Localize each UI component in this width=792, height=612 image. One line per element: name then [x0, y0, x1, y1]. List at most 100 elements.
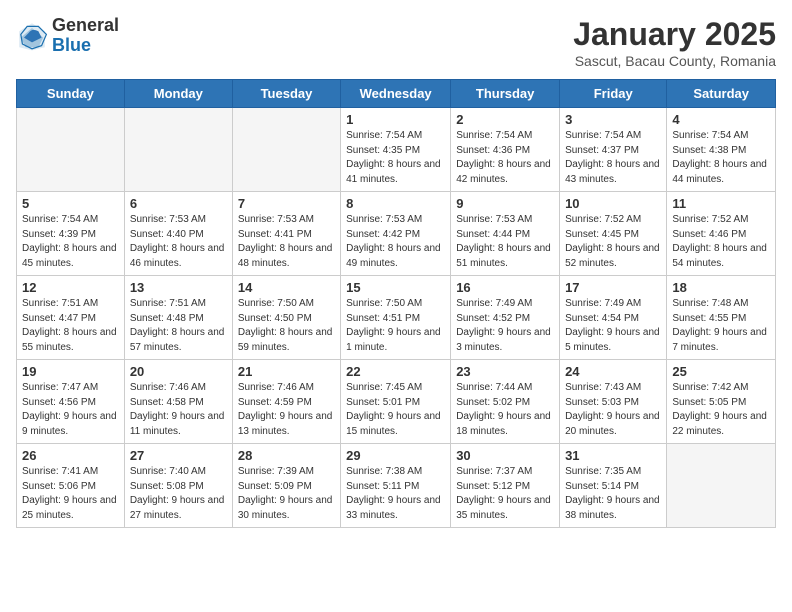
day-info: Sunrise: 7:49 AM Sunset: 4:52 PM Dayligh… — [456, 297, 554, 355]
calendar-cell: 10 Sunrise: 7:52 AM Sunset: 4:45 PM Dayli… — [560, 192, 667, 276]
month-title: January 2025 — [573, 16, 776, 53]
calendar-cell: 16Sunrise: 7:49 AM Sunset: 4:52 PM Dayli… — [451, 276, 560, 360]
day-number: 28 — [238, 448, 335, 463]
day-number: 5 — [22, 196, 119, 211]
calendar-cell: 22 Sunrise: 7:45 AM Sunset: 5:01 PM Dayli… — [341, 360, 451, 444]
day-info: Sunrise: 7:50 AM Sunset: 4:51 PM Dayligh… — [346, 297, 445, 355]
day-number: 22 — [346, 364, 445, 379]
day-info: Sunrise: 7:48 AM Sunset: 4:55 PM Dayligh… — [672, 297, 770, 355]
day-info: Sunrise: 7:43 AM Sunset: 5:03 PM Dayligh… — [565, 381, 661, 439]
calendar-header-row: SundayMondayTuesdayWednesdayThursdayFrid… — [17, 80, 776, 108]
day-header-wednesday: Wednesday — [341, 80, 451, 108]
calendar-cell: 14 Sunrise: 7:50 AM Sunset: 4:50 PM Dayli… — [232, 276, 340, 360]
calendar-cell: 5 Sunrise: 7:54 AM Sunset: 4:39 PM Daylig… — [17, 192, 125, 276]
calendar-table: SundayMondayTuesdayWednesdayThursdayFrid… — [16, 79, 776, 528]
calendar-cell — [667, 444, 776, 528]
day-info: Sunrise: 7:52 AM Sunset: 4:45 PM Dayligh… — [565, 213, 661, 271]
calendar-week-row: 12 Sunrise: 7:51 AM Sunset: 4:47 PM Dayli… — [17, 276, 776, 360]
day-info: Sunrise: 7:38 AM Sunset: 5:11 PM Dayligh… — [346, 465, 445, 523]
day-number: 14 — [238, 280, 335, 295]
day-number: 29 — [346, 448, 445, 463]
day-header-tuesday: Tuesday — [232, 80, 340, 108]
day-header-thursday: Thursday — [451, 80, 560, 108]
calendar-cell: 25 Sunrise: 7:42 AM Sunset: 5:05 PM Dayli… — [667, 360, 776, 444]
day-number: 2 — [456, 112, 554, 127]
day-info: Sunrise: 7:44 AM Sunset: 5:02 PM Dayligh… — [456, 381, 554, 439]
day-info: Sunrise: 7:39 AM Sunset: 5:09 PM Dayligh… — [238, 465, 335, 523]
day-header-sunday: Sunday — [17, 80, 125, 108]
day-number: 10 — [565, 196, 661, 211]
day-number: 4 — [672, 112, 770, 127]
calendar-cell: 29 Sunrise: 7:38 AM Sunset: 5:11 PM Dayli… — [341, 444, 451, 528]
logo-blue: Blue — [52, 36, 119, 56]
day-number: 11 — [672, 196, 770, 211]
calendar-cell: 24 Sunrise: 7:43 AM Sunset: 5:03 PM Dayli… — [560, 360, 667, 444]
calendar-cell: 3Sunrise: 7:54 AM Sunset: 4:37 PM Daylig… — [560, 108, 667, 192]
day-number: 18 — [672, 280, 770, 295]
day-info: Sunrise: 7:54 AM Sunset: 4:37 PM Dayligh… — [565, 129, 661, 187]
calendar-cell: 15Sunrise: 7:50 AM Sunset: 4:51 PM Dayli… — [341, 276, 451, 360]
day-number: 24 — [565, 364, 661, 379]
calendar-cell — [124, 108, 232, 192]
day-number: 30 — [456, 448, 554, 463]
calendar-cell: 23 Sunrise: 7:44 AM Sunset: 5:02 PM Dayli… — [451, 360, 560, 444]
calendar-cell: 13 Sunrise: 7:51 AM Sunset: 4:48 PM Dayli… — [124, 276, 232, 360]
calendar-cell: 11 Sunrise: 7:52 AM Sunset: 4:46 PM Dayli… — [667, 192, 776, 276]
logo-general: General — [52, 16, 119, 36]
day-number: 12 — [22, 280, 119, 295]
calendar-cell: 28 Sunrise: 7:39 AM Sunset: 5:09 PM Dayli… — [232, 444, 340, 528]
day-number: 25 — [672, 364, 770, 379]
calendar-cell: 4 Sunrise: 7:54 AM Sunset: 4:38 PM Daylig… — [667, 108, 776, 192]
day-number: 31 — [565, 448, 661, 463]
day-number: 6 — [130, 196, 227, 211]
calendar-cell: 6 Sunrise: 7:53 AM Sunset: 4:40 PM Daylig… — [124, 192, 232, 276]
day-info: Sunrise: 7:54 AM Sunset: 4:38 PM Dayligh… — [672, 129, 770, 187]
day-info: Sunrise: 7:53 AM Sunset: 4:41 PM Dayligh… — [238, 213, 335, 271]
day-info: Sunrise: 7:54 AM Sunset: 4:36 PM Dayligh… — [456, 129, 554, 187]
day-number: 1 — [346, 112, 445, 127]
calendar-cell: 20Sunrise: 7:46 AM Sunset: 4:58 PM Dayli… — [124, 360, 232, 444]
calendar-cell: 21Sunrise: 7:46 AM Sunset: 4:59 PM Dayli… — [232, 360, 340, 444]
day-number: 17 — [565, 280, 661, 295]
day-number: 9 — [456, 196, 554, 211]
calendar-cell: 9Sunrise: 7:53 AM Sunset: 4:44 PM Daylig… — [451, 192, 560, 276]
day-info: Sunrise: 7:40 AM Sunset: 5:08 PM Dayligh… — [130, 465, 227, 523]
calendar-cell — [232, 108, 340, 192]
day-info: Sunrise: 7:46 AM Sunset: 4:58 PM Dayligh… — [130, 381, 227, 439]
calendar-cell — [17, 108, 125, 192]
day-info: Sunrise: 7:54 AM Sunset: 4:39 PM Dayligh… — [22, 213, 119, 271]
day-header-saturday: Saturday — [667, 80, 776, 108]
day-info: Sunrise: 7:47 AM Sunset: 4:56 PM Dayligh… — [22, 381, 119, 439]
calendar-cell: 2 Sunrise: 7:54 AM Sunset: 4:36 PM Daylig… — [451, 108, 560, 192]
calendar-week-row: 19Sunrise: 7:47 AM Sunset: 4:56 PM Dayli… — [17, 360, 776, 444]
day-number: 13 — [130, 280, 227, 295]
calendar-cell: 7 Sunrise: 7:53 AM Sunset: 4:41 PM Daylig… — [232, 192, 340, 276]
day-info: Sunrise: 7:51 AM Sunset: 4:47 PM Dayligh… — [22, 297, 119, 355]
calendar-cell: 31 Sunrise: 7:35 AM Sunset: 5:14 PM Dayli… — [560, 444, 667, 528]
day-info: Sunrise: 7:35 AM Sunset: 5:14 PM Dayligh… — [565, 465, 661, 523]
location-subtitle: Sascut, Bacau County, Romania — [573, 53, 776, 69]
logo: General Blue — [16, 16, 119, 56]
day-number: 26 — [22, 448, 119, 463]
calendar-cell: 27 Sunrise: 7:40 AM Sunset: 5:08 PM Dayli… — [124, 444, 232, 528]
calendar-week-row: 5 Sunrise: 7:54 AM Sunset: 4:39 PM Daylig… — [17, 192, 776, 276]
day-info: Sunrise: 7:53 AM Sunset: 4:40 PM Dayligh… — [130, 213, 227, 271]
calendar-week-row: 1 Sunrise: 7:54 AM Sunset: 4:35 PM Daylig… — [17, 108, 776, 192]
day-info: Sunrise: 7:37 AM Sunset: 5:12 PM Dayligh… — [456, 465, 554, 523]
day-info: Sunrise: 7:46 AM Sunset: 4:59 PM Dayligh… — [238, 381, 335, 439]
day-info: Sunrise: 7:50 AM Sunset: 4:50 PM Dayligh… — [238, 297, 335, 355]
day-info: Sunrise: 7:51 AM Sunset: 4:48 PM Dayligh… — [130, 297, 227, 355]
title-section: January 2025 Sascut, Bacau County, Roman… — [573, 16, 776, 69]
day-number: 23 — [456, 364, 554, 379]
calendar-cell: 1 Sunrise: 7:54 AM Sunset: 4:35 PM Daylig… — [341, 108, 451, 192]
day-number: 27 — [130, 448, 227, 463]
calendar-cell: 30 Sunrise: 7:37 AM Sunset: 5:12 PM Dayli… — [451, 444, 560, 528]
day-info: Sunrise: 7:45 AM Sunset: 5:01 PM Dayligh… — [346, 381, 445, 439]
day-info: Sunrise: 7:52 AM Sunset: 4:46 PM Dayligh… — [672, 213, 770, 271]
day-info: Sunrise: 7:54 AM Sunset: 4:35 PM Dayligh… — [346, 129, 445, 187]
logo-icon — [16, 20, 48, 52]
day-info: Sunrise: 7:42 AM Sunset: 5:05 PM Dayligh… — [672, 381, 770, 439]
day-number: 7 — [238, 196, 335, 211]
day-number: 8 — [346, 196, 445, 211]
calendar-cell: 19Sunrise: 7:47 AM Sunset: 4:56 PM Dayli… — [17, 360, 125, 444]
